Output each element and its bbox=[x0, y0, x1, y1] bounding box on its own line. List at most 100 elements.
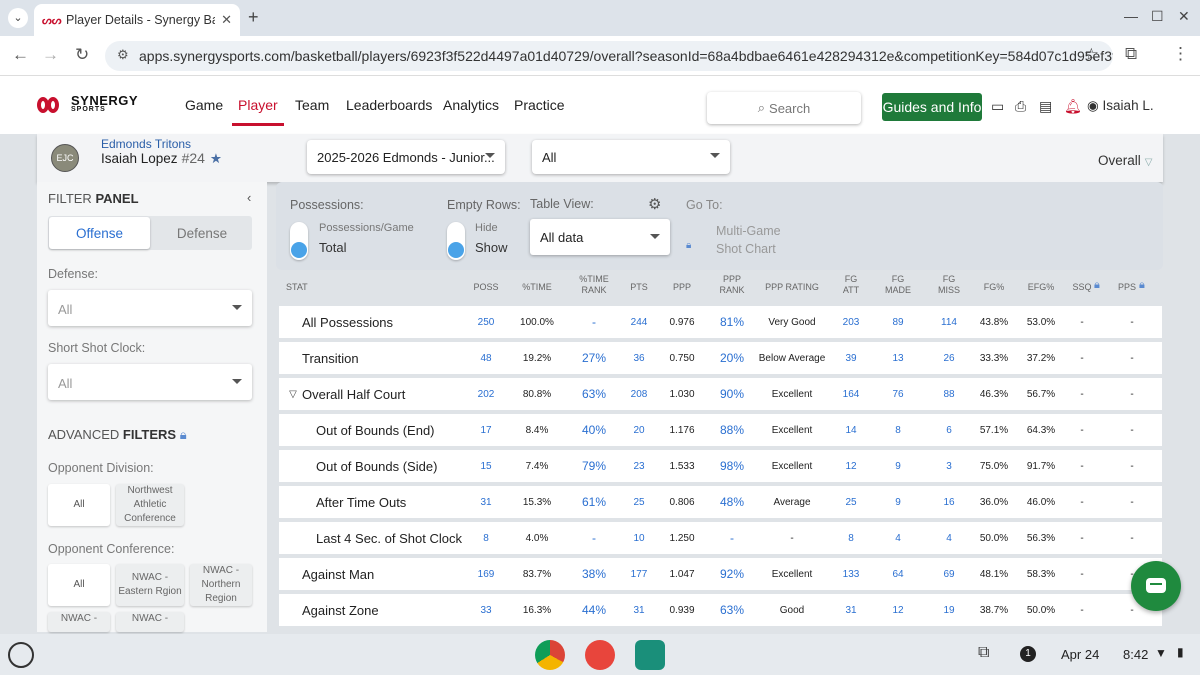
nav-player[interactable]: Player bbox=[232, 97, 284, 126]
empty-rows-hide-option[interactable]: Hide bbox=[475, 222, 498, 234]
extensions-puzzle-icon[interactable]: ⧉ bbox=[1125, 44, 1137, 64]
tab-search-chevron-icon[interactable]: ⌄ bbox=[8, 8, 28, 28]
cell-ppp-rank[interactable]: 98% bbox=[714, 450, 750, 482]
col-ppp-rating[interactable]: PPP RATING bbox=[764, 282, 820, 293]
cell-fga[interactable]: 39 bbox=[836, 342, 866, 374]
table-row[interactable]: Transition 48 19.2% 27% 36 0.750 20% Below Aver… bbox=[279, 342, 1162, 374]
maximize-icon[interactable]: ☐ bbox=[1151, 8, 1164, 25]
conference-chip-4[interactable]: NWAC - bbox=[48, 612, 110, 632]
col-ppp-rank[interactable]: PPP RANK bbox=[716, 274, 748, 296]
site-settings-icon[interactable]: ⚙ bbox=[117, 47, 129, 63]
col-ppp[interactable]: PPP bbox=[669, 282, 695, 293]
nav-practice[interactable]: Practice bbox=[514, 97, 565, 113]
col-fg-pct[interactable]: FG% bbox=[979, 282, 1009, 293]
offense-tab[interactable]: Offense bbox=[49, 217, 150, 249]
cell-fgm[interactable]: 64 bbox=[883, 558, 913, 590]
possessions-total-option[interactable]: Total bbox=[319, 240, 346, 255]
cell-fgm[interactable]: 13 bbox=[883, 342, 913, 374]
table-row[interactable]: Against Zone 33 16.3% 44% 31 0.939 63% Good 31 12… bbox=[279, 594, 1162, 626]
classroom-app-icon[interactable] bbox=[635, 640, 665, 670]
game-filter-select[interactable]: All bbox=[532, 140, 730, 174]
col-fg-miss[interactable]: FG MISS bbox=[934, 274, 964, 296]
nav-game[interactable]: Game bbox=[185, 97, 223, 113]
cell-ppp-rank[interactable]: 48% bbox=[714, 486, 750, 518]
table-view-select[interactable]: All data bbox=[530, 219, 670, 255]
cell-time-rank[interactable]: - bbox=[574, 522, 614, 554]
col-poss[interactable]: POSS bbox=[469, 282, 503, 293]
print-icon[interactable]: ⎙ bbox=[1015, 98, 1026, 115]
cell-time-rank[interactable]: 40% bbox=[574, 414, 614, 446]
cell-fgm[interactable]: 89 bbox=[883, 306, 913, 338]
new-tab-plus-icon[interactable]: + bbox=[248, 7, 259, 28]
cell-ppp-rank[interactable]: 88% bbox=[714, 414, 750, 446]
table-row[interactable]: Last 4 Sec. of Shot Clock 8 4.0% -10 1.250- -… bbox=[279, 522, 1162, 554]
cell-pts[interactable]: 36 bbox=[624, 342, 654, 374]
possessions-toggle[interactable] bbox=[290, 222, 308, 260]
launcher-icon[interactable] bbox=[8, 642, 34, 668]
cell-poss[interactable]: 33 bbox=[469, 594, 503, 626]
cell-fga[interactable]: 133 bbox=[836, 558, 866, 590]
battery-icon[interactable]: ▮ bbox=[1177, 645, 1184, 659]
close-window-icon[interactable]: ✕ bbox=[1178, 8, 1190, 25]
col-efg-pct[interactable]: EFG% bbox=[1026, 282, 1056, 293]
col-time-rank[interactable]: %TIME RANK bbox=[574, 274, 614, 296]
video-camera-icon[interactable]: ▭ bbox=[991, 98, 1004, 115]
cell-fga[interactable]: 8 bbox=[836, 522, 866, 554]
synergy-logo[interactable]: SYNERGY SPORTS bbox=[37, 94, 138, 114]
cell-time-rank[interactable]: 61% bbox=[574, 486, 614, 518]
cell-fgmiss[interactable]: 69 bbox=[934, 558, 964, 590]
nav-team[interactable]: Team bbox=[295, 97, 329, 113]
division-chip-nwac[interactable]: Northwest Athletic Conference bbox=[116, 484, 184, 526]
cell-fgm[interactable]: 12 bbox=[883, 594, 913, 626]
cell-pts[interactable]: 10 bbox=[624, 522, 654, 554]
cell-poss[interactable]: 17 bbox=[469, 414, 503, 446]
cell-poss[interactable]: 15 bbox=[469, 450, 503, 482]
cell-ppp-rank[interactable]: 90% bbox=[714, 378, 750, 410]
cell-pts[interactable]: 23 bbox=[624, 450, 654, 482]
col-fg-made[interactable]: FG MADE bbox=[883, 274, 913, 296]
cell-fgm[interactable]: 76 bbox=[883, 378, 913, 410]
cell-time-rank[interactable]: 38% bbox=[574, 558, 614, 590]
cell-fgm[interactable]: 8 bbox=[883, 414, 913, 446]
report-icon[interactable]: ▤ bbox=[1039, 98, 1052, 115]
cell-poss[interactable]: 250 bbox=[469, 306, 503, 338]
col-fg-att[interactable]: FG ATT bbox=[836, 274, 866, 296]
cell-pts[interactable]: 244 bbox=[624, 306, 654, 338]
defense-tab[interactable]: Defense bbox=[152, 217, 252, 249]
minimize-icon[interactable]: — bbox=[1124, 8, 1138, 24]
cell-poss[interactable]: 202 bbox=[469, 378, 503, 410]
col-time[interactable]: %TIME bbox=[516, 282, 558, 293]
conference-chip-eastern[interactable]: NWAC - Eastern Rgion bbox=[116, 564, 184, 606]
cell-fga[interactable]: 14 bbox=[836, 414, 866, 446]
empty-rows-toggle[interactable] bbox=[447, 222, 465, 260]
conference-chip-all[interactable]: All bbox=[48, 564, 110, 606]
cell-fgmiss[interactable]: 26 bbox=[934, 342, 964, 374]
cell-time-rank[interactable]: - bbox=[574, 306, 614, 338]
cell-time-rank[interactable]: 63% bbox=[574, 378, 614, 410]
cell-poss[interactable]: 48 bbox=[469, 342, 503, 374]
division-chip-all[interactable]: All bbox=[48, 484, 110, 526]
cell-fga[interactable]: 25 bbox=[836, 486, 866, 518]
cell-fgm[interactable]: 9 bbox=[883, 450, 913, 482]
cell-ppp-rank[interactable]: - bbox=[714, 522, 750, 554]
empty-rows-show-option[interactable]: Show bbox=[475, 240, 508, 255]
table-row[interactable]: All Possessions 250 100.0% -244 0.976 81% Very… bbox=[279, 306, 1162, 338]
nav-leaderboards[interactable]: Leaderboards bbox=[346, 97, 432, 113]
clock-display[interactable]: 8:42 bbox=[1123, 647, 1148, 662]
cell-fga[interactable]: 203 bbox=[836, 306, 866, 338]
table-row[interactable]: ▽ Overall Half Court 202 80.8% 63% 208 1.030 90… bbox=[279, 378, 1162, 410]
table-row[interactable]: After Time Outs 31 15.3% 61% 25 0.806 48% Avera… bbox=[279, 486, 1162, 518]
cell-time-rank[interactable]: 44% bbox=[574, 594, 614, 626]
close-tab-icon[interactable]: ✕ bbox=[221, 12, 232, 28]
conference-chip-northern[interactable]: NWAC - Northern Region bbox=[190, 564, 252, 606]
defense-filter-select[interactable]: All bbox=[48, 290, 252, 326]
wifi-icon[interactable]: ▼ bbox=[1155, 646, 1167, 660]
cell-fgmiss[interactable]: 114 bbox=[934, 306, 964, 338]
cell-fga[interactable]: 164 bbox=[836, 378, 866, 410]
cell-fga[interactable]: 31 bbox=[836, 594, 866, 626]
back-arrow-icon[interactable]: ← bbox=[12, 45, 29, 65]
cell-fgm[interactable]: 9 bbox=[883, 486, 913, 518]
cell-pts[interactable]: 31 bbox=[624, 594, 654, 626]
cell-fgm[interactable]: 4 bbox=[883, 522, 913, 554]
table-row[interactable]: Out of Bounds (Side) 15 7.4% 79% 23 1.533 98% E… bbox=[279, 450, 1162, 482]
